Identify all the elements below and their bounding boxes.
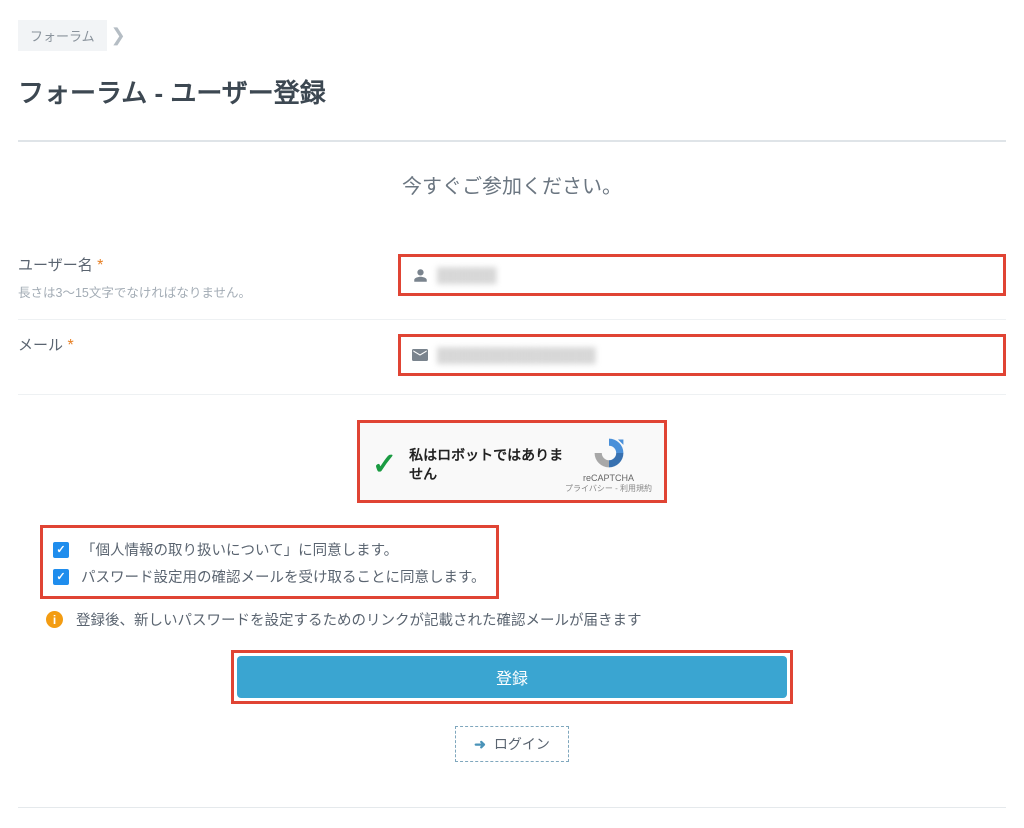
breadcrumb: フォーラム ❯ [18,20,126,51]
form-row-email: メール * ████████████████ [18,324,1006,395]
chevron-right-icon: ❯ [111,25,126,46]
recaptcha-box[interactable]: ✓ 私はロボットではありません reCAPTCHA プライバシー - 利用規約 [357,420,667,503]
divider [18,140,1006,142]
username-hint: 長さは3〜15文字でなければなりません。 [18,282,398,301]
register-button-highlight: 登録 [231,650,793,704]
login-label: ログイン [494,734,550,754]
checkmark-icon: ✓ [372,447,397,482]
recaptcha-logo-icon [591,435,627,471]
username-value-redacted: ██████ [437,267,497,283]
info-note: i 登録後、新しいパスワードを設定するためのリンクが記載された確認メールが届きま… [46,609,1006,630]
page-title: フォーラム - ユーザー登録 [18,73,1006,110]
login-link[interactable]: ➜ ログイン [455,726,569,762]
username-label: ユーザー名 [18,257,93,274]
email-value-redacted: ████████████████ [437,347,596,363]
recaptcha-label: 私はロボットではありません [409,446,565,482]
page-subtitle: 今すぐご参加ください。 [18,170,1006,199]
checkbox-email-confirm-label: パスワード設定用の確認メールを受け取ることに同意します。 [81,566,486,587]
required-mark: * [67,337,73,354]
username-input-wrap[interactable]: ██████ [398,254,1006,296]
recaptcha-links[interactable]: プライバシー - 利用規約 [565,483,652,494]
checkbox-privacy[interactable]: ✓ 「個人情報の取り扱いについて」に同意します。 [53,536,486,563]
breadcrumb-item-forum[interactable]: フォーラム [18,20,107,51]
checkbox-email-confirm[interactable]: ✓ パスワード設定用の確認メールを受け取ることに同意します。 [53,563,486,590]
email-label: メール [18,337,63,354]
info-icon: i [46,611,63,628]
email-input-wrap[interactable]: ████████████████ [398,334,1006,376]
register-button[interactable]: 登録 [237,656,787,698]
checkbox-checked-icon: ✓ [53,542,69,558]
consent-checkboxes: ✓ 「個人情報の取り扱いについて」に同意します。 ✓ パスワード設定用の確認メー… [40,525,499,599]
checkbox-checked-icon: ✓ [53,569,69,585]
checkbox-privacy-label: 「個人情報の取り扱いについて」に同意します。 [81,539,398,560]
form-row-username: ユーザー名 * 長さは3〜15文字でなければなりません。 ██████ [18,244,1006,320]
login-arrow-icon: ➜ [474,736,486,753]
bottom-divider [18,807,1006,808]
envelope-icon [409,349,431,361]
required-mark: * [97,257,103,274]
user-icon [409,268,431,283]
recaptcha-brand: reCAPTCHA [565,473,652,483]
info-text: 登録後、新しいパスワードを設定するためのリンクが記載された確認メールが届きます [76,609,642,630]
